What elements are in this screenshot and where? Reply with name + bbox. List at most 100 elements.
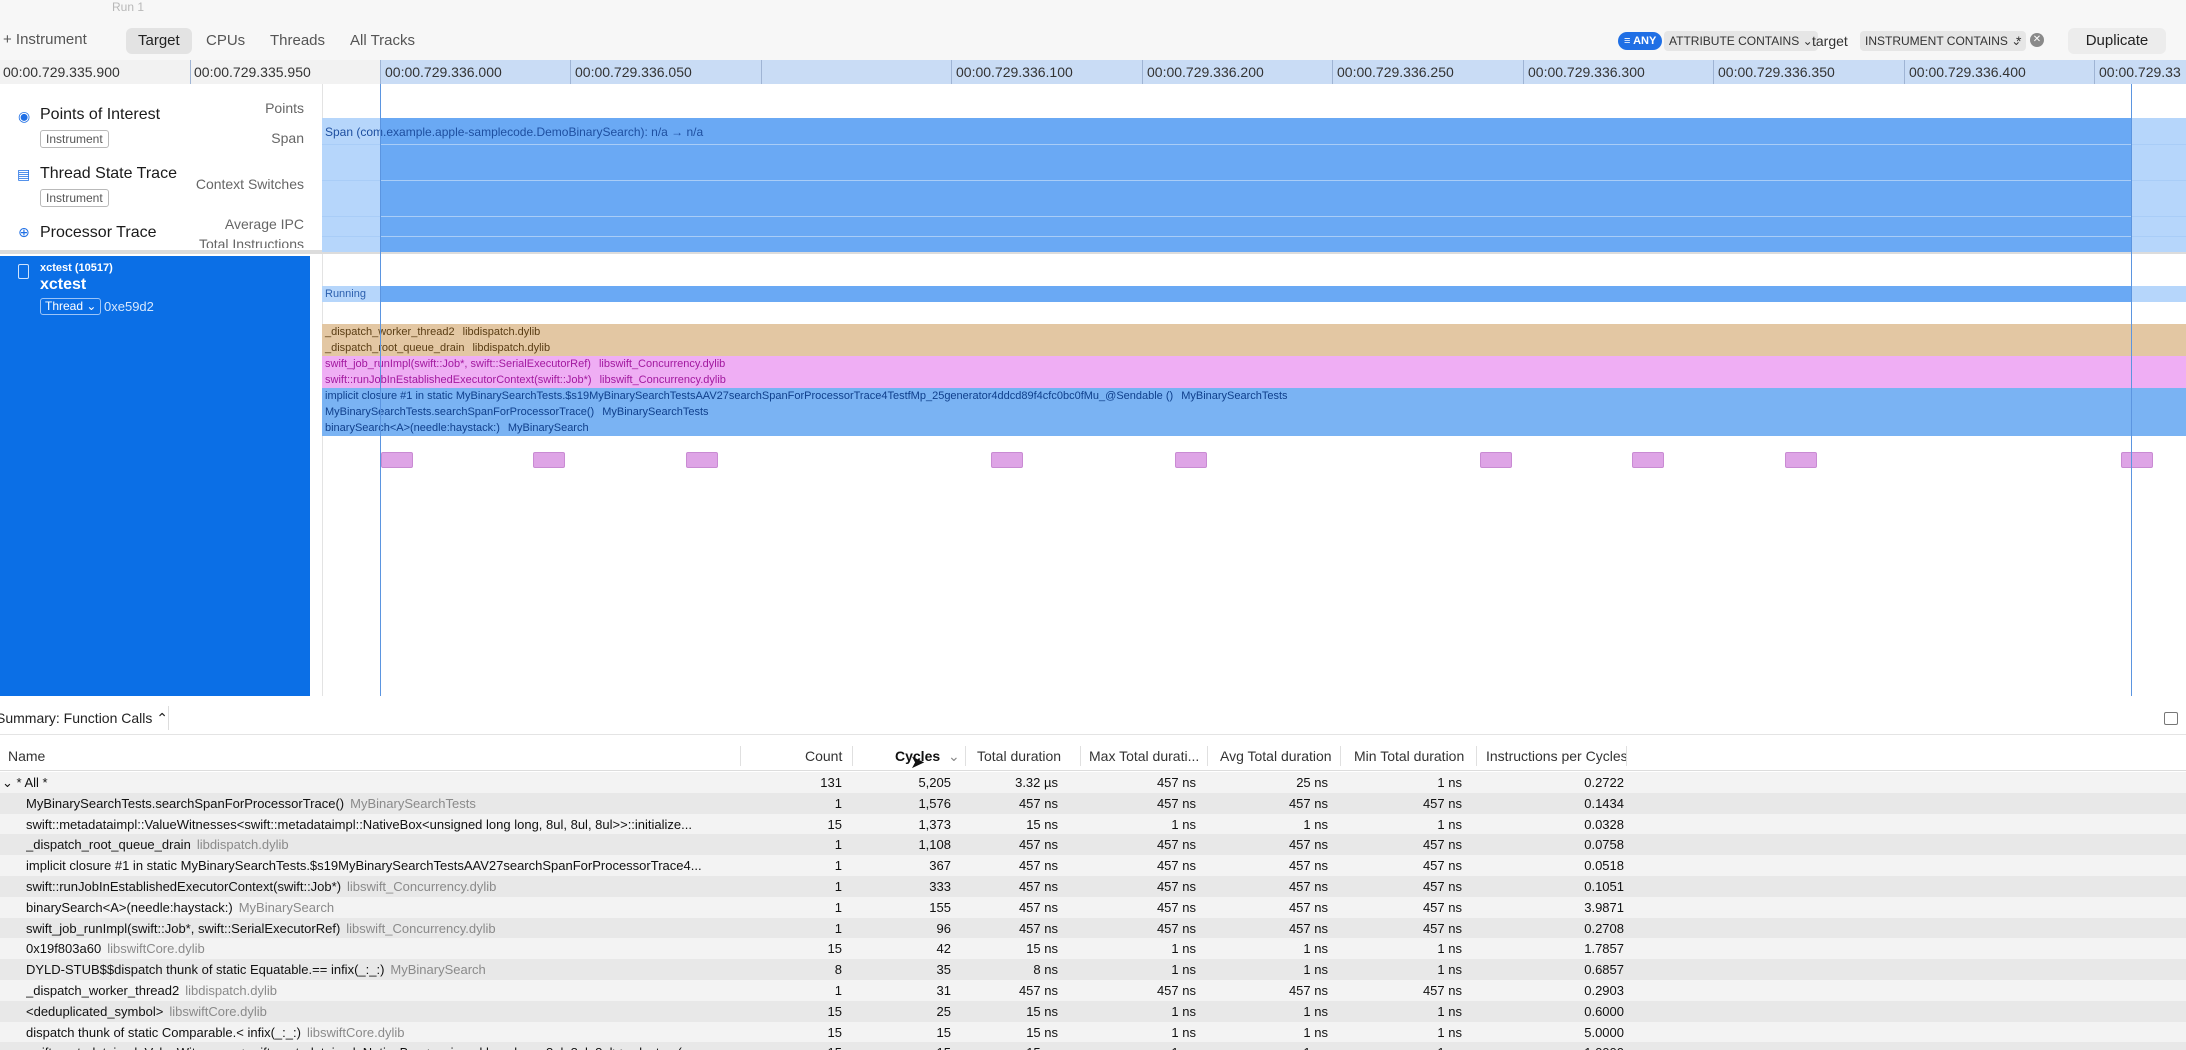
library-name: libdispatch.dylib [196,837,289,853]
column-header-avg-total-duration[interactable]: Avg Total duration [1220,748,1332,764]
column-header-min-total-duration[interactable]: Min Total duration [1354,748,1464,764]
table-row[interactable]: 0x19f803a60 libswiftCore.dylib 15 42 15 ns 1 … [0,938,2186,960]
selection-end-line[interactable] [2131,84,2132,696]
table-header: Name Count Cycles ⌄ Total duration Max T… [0,742,2186,772]
stack-frame[interactable]: implicit closure #1 in static MyBinarySe… [322,388,2186,404]
column-divider[interactable] [1080,746,1081,766]
thread-type-dropdown[interactable]: Thread ⌄ [40,298,102,315]
ruler-tick-label: 00:00.729.336.000 [385,64,502,80]
attribute-contains-pill[interactable]: ATTRIBUTE CONTAINS ⌄ [1664,31,1818,51]
duplicate-button[interactable]: Duplicate [2068,28,2166,54]
running-bar[interactable] [380,286,2132,302]
stack-frame[interactable]: _dispatch_root_queue_drain libdispatch.dy… [322,340,2186,356]
library-name: libswift_Concurrency.dylib [347,879,497,894]
avg-cell: 457 ns [1288,879,1328,894]
table-row[interactable]: binarySearch<A>(needle:haystack:) MyBinar… [0,896,2186,918]
selection-start-line[interactable] [380,84,381,696]
max-cell: 457 ns [1156,837,1196,853]
function-name: DYLD-STUB$$dispatch thunk of static Equa… [26,962,385,978]
max-cell: 1 ns [1171,1024,1196,1040]
thread-track-header[interactable]: xctest (10517) xctest Thread ⌄ 0xe59d2 [0,256,310,696]
table-row[interactable]: ⌄ * All * 131 5,205 3.32 µs 457 ns 25 ns 1 ns 0… [0,772,2186,793]
ipc-cell: 0.1051 [1584,879,1624,894]
summary-selector[interactable]: Summary: Function Calls ⌃ [0,710,168,727]
table-row[interactable]: swift_job_runImpl(swift::Job*, swift::Se… [0,917,2186,939]
column-divider[interactable] [852,746,853,766]
track-name-processor-trace[interactable]: Processor Trace [40,224,156,242]
count-cell: 1 [834,795,842,811]
table-row[interactable]: MyBinarySearchTests.searchSpanForProcess… [0,792,2186,814]
column-header-total-duration[interactable]: Total duration [977,748,1061,764]
avg-cell: 25 ns [1296,775,1328,790]
column-divider[interactable] [1207,746,1208,766]
running-label: Running [325,288,366,300]
cycles-cell: 155 [929,899,951,915]
filter-any-toggle[interactable]: ≡ ANY [1618,32,1663,50]
stack-frame[interactable]: swift::runJobInEstablishedExecutorContex… [322,372,2186,388]
column-divider[interactable] [1340,746,1341,766]
function-name-cell: implicit closure #1 in static MyBinarySe… [26,858,708,873]
call-block[interactable] [1175,452,1207,468]
library-name: MyBinarySearch [390,962,486,978]
avg-cell: 1 ns [1218,1045,1328,1050]
stack-frame[interactable]: binarySearch<A>(needle:haystack:) MyBinar… [322,420,2186,436]
column-divider[interactable] [1476,746,1477,766]
timeline-ruler[interactable]: 00:00.729.335.900 00:00.729.335.950 00:0… [0,60,2186,84]
table-row[interactable]: DYLD-STUB$$dispatch thunk of static Equa… [0,959,2186,980]
table-row[interactable]: implicit closure #1 in static MyBinarySe… [0,855,2186,876]
cycles-cell: 333 [929,879,951,894]
call-block[interactable] [533,452,565,468]
cycles-cell: 15 [841,1045,951,1050]
library-name: libswift_Concurrency.dylib [346,920,496,936]
call-block[interactable] [1480,452,1512,468]
call-block[interactable] [1785,452,1817,468]
track-name-points-of-interest[interactable]: Points of Interest [40,106,160,124]
attribute-filter-value[interactable]: target [1812,31,1848,51]
detail-summary-bar: Summary: Function Calls ⌃ [0,702,2186,735]
column-header-max-total-duration[interactable]: Max Total durati... [1089,748,1199,764]
running-state-lane[interactable]: Running [322,286,2186,302]
column-header-ipc[interactable]: Instructions per Cycles [1486,748,1628,764]
instrument-contains-pill[interactable]: INSTRUMENT CONTAINS ⌄ [1860,31,2027,51]
column-divider[interactable] [965,746,966,766]
table-row[interactable]: <deduplicated_symbol> libswiftCore.dylib 1… [0,1000,2186,1022]
tab-all-tracks[interactable]: All Tracks [338,28,427,54]
count-cell: 1 [834,858,842,874]
call-block[interactable] [1632,452,1664,468]
table-row[interactable]: swift::metadataimpl::ValueWitnesses<swif… [0,813,2186,835]
inspector-toggle-icon[interactable] [2164,712,2178,725]
ruler-tick-label: 00:00.729.33 [2099,64,2181,80]
sort-descending-icon[interactable]: ⌄ [948,748,960,765]
tab-cpus[interactable]: CPUs [194,28,257,54]
table-row[interactable]: dispatch thunk of static Comparable.< in… [0,1021,2186,1043]
table-row[interactable]: _dispatch_worker_thread2 libdispatch.dyli… [0,980,2186,1001]
column-divider[interactable] [1626,746,1627,766]
ipc-cell: 0.0758 [1584,837,1624,853]
tab-threads[interactable]: Threads [258,28,337,54]
function-name-cell: swift::metadataimpl::ValueWitnesses<swif… [26,817,698,832]
stack-frame[interactable]: swift_job_runImpl(swift::Job*, swift::Se… [322,356,2186,372]
stack-frame[interactable]: MyBinarySearchTests.searchSpanForProcess… [322,404,2186,420]
thread-name: xctest [40,276,87,293]
span-region[interactable]: Span (com.example.apple-samplecode.DemoB… [322,118,2186,252]
tab-target[interactable]: Target [126,28,192,54]
table-row[interactable]: _dispatch_root_queue_drain libdispatch.dy… [0,834,2186,856]
function-name-cell: ⌄ * All * [2,775,54,791]
table-row[interactable]: swift::runJobInEstablishedExecutorContex… [0,876,2186,897]
cycles-cell: 1,373 [918,816,951,832]
disclosure-triangle-icon[interactable]: ⌄ [2,775,17,790]
call-block[interactable] [686,452,718,468]
call-block[interactable] [991,452,1023,468]
column-header-name[interactable]: Name [8,748,45,764]
clear-filter-icon[interactable]: ✕ [2030,33,2044,47]
call-block[interactable] [2121,452,2153,468]
add-instrument-button[interactable]: + Instrument [3,31,87,48]
stack-frame[interactable]: _dispatch_worker_thread2 libdispatch.dyli… [322,324,2186,340]
min-cell: 1 ns [1437,941,1462,957]
track-name-thread-state-trace[interactable]: Thread State Trace [40,165,177,183]
table-row[interactable]: swift::metadataimpl::ValueWitnesses<swif… [0,1042,2186,1050]
call-block[interactable] [381,452,413,468]
column-header-count[interactable]: Count [805,748,842,764]
column-divider[interactable] [740,746,741,766]
instrument-filter-value[interactable]: * [2016,31,2021,51]
